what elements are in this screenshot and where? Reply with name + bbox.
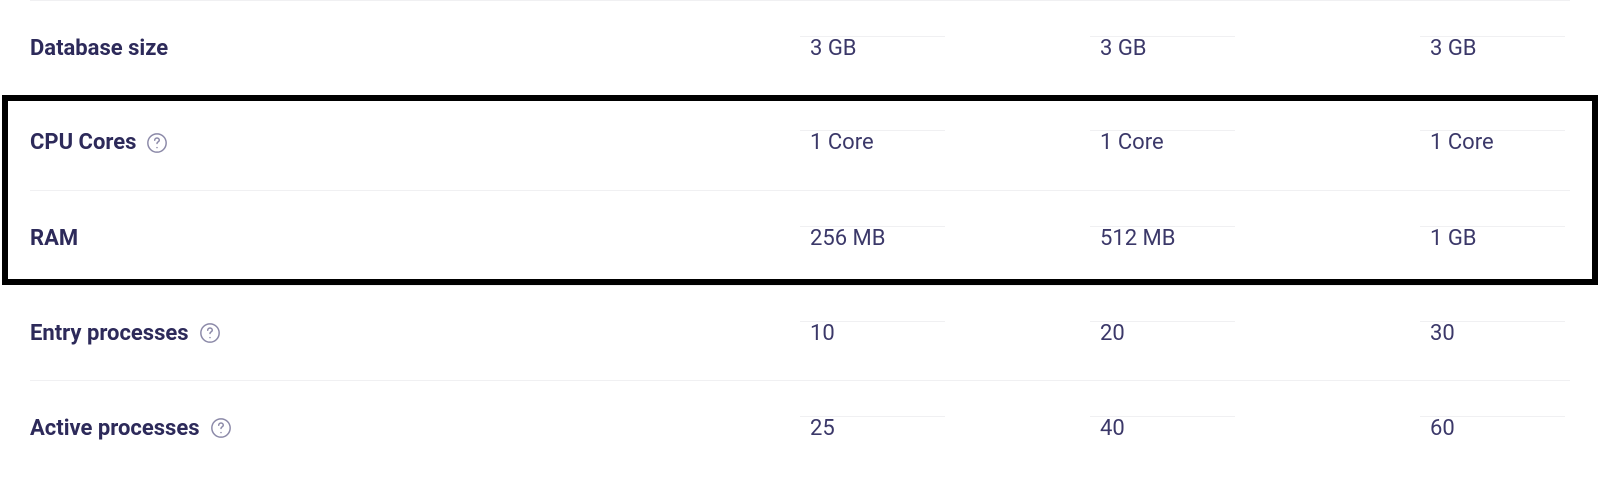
help-icon[interactable] [199, 322, 221, 344]
value-col1: 10 [810, 321, 1100, 346]
label-text: Active processes [30, 416, 200, 441]
value-col3: 1 Core [1430, 130, 1570, 155]
value-col1: 3 GB [810, 36, 1100, 61]
table-row: Entry processes 10 20 30 [30, 285, 1570, 380]
help-icon[interactable] [210, 417, 232, 439]
table-row: Active processes 25 40 60 [30, 380, 1570, 475]
label-text: CPU Cores [30, 130, 136, 155]
value-col3: 30 [1430, 321, 1570, 346]
row-label-database-size: Database size [30, 36, 810, 61]
label-text: RAM [30, 226, 78, 251]
row-label-active-processes: Active processes [30, 416, 810, 441]
label-text: Entry processes [30, 321, 189, 346]
value-col2: 20 [1100, 321, 1430, 346]
table-row: RAM 256 MB 512 MB 1 GB [30, 190, 1570, 285]
spec-comparison-table: Database size 3 GB 3 GB 3 GB CPU Cores 1… [30, 0, 1570, 475]
value-col2: 1 Core [1100, 130, 1430, 155]
table-row: Database size 3 GB 3 GB 3 GB [30, 0, 1570, 95]
table-row: CPU Cores 1 Core 1 Core 1 Core [30, 95, 1570, 190]
value-col3: 60 [1430, 416, 1570, 441]
value-col3: 3 GB [1430, 36, 1570, 61]
value-col2: 512 MB [1100, 226, 1430, 251]
row-label-entry-processes: Entry processes [30, 321, 810, 346]
value-col1: 256 MB [810, 226, 1100, 251]
value-col1: 25 [810, 416, 1100, 441]
row-label-cpu-cores: CPU Cores [30, 130, 810, 155]
value-col3: 1 GB [1430, 226, 1570, 251]
help-icon[interactable] [146, 132, 168, 154]
value-col1: 1 Core [810, 130, 1100, 155]
label-text: Database size [30, 36, 168, 61]
value-col2: 3 GB [1100, 36, 1430, 61]
value-col2: 40 [1100, 416, 1430, 441]
row-label-ram: RAM [30, 226, 810, 251]
